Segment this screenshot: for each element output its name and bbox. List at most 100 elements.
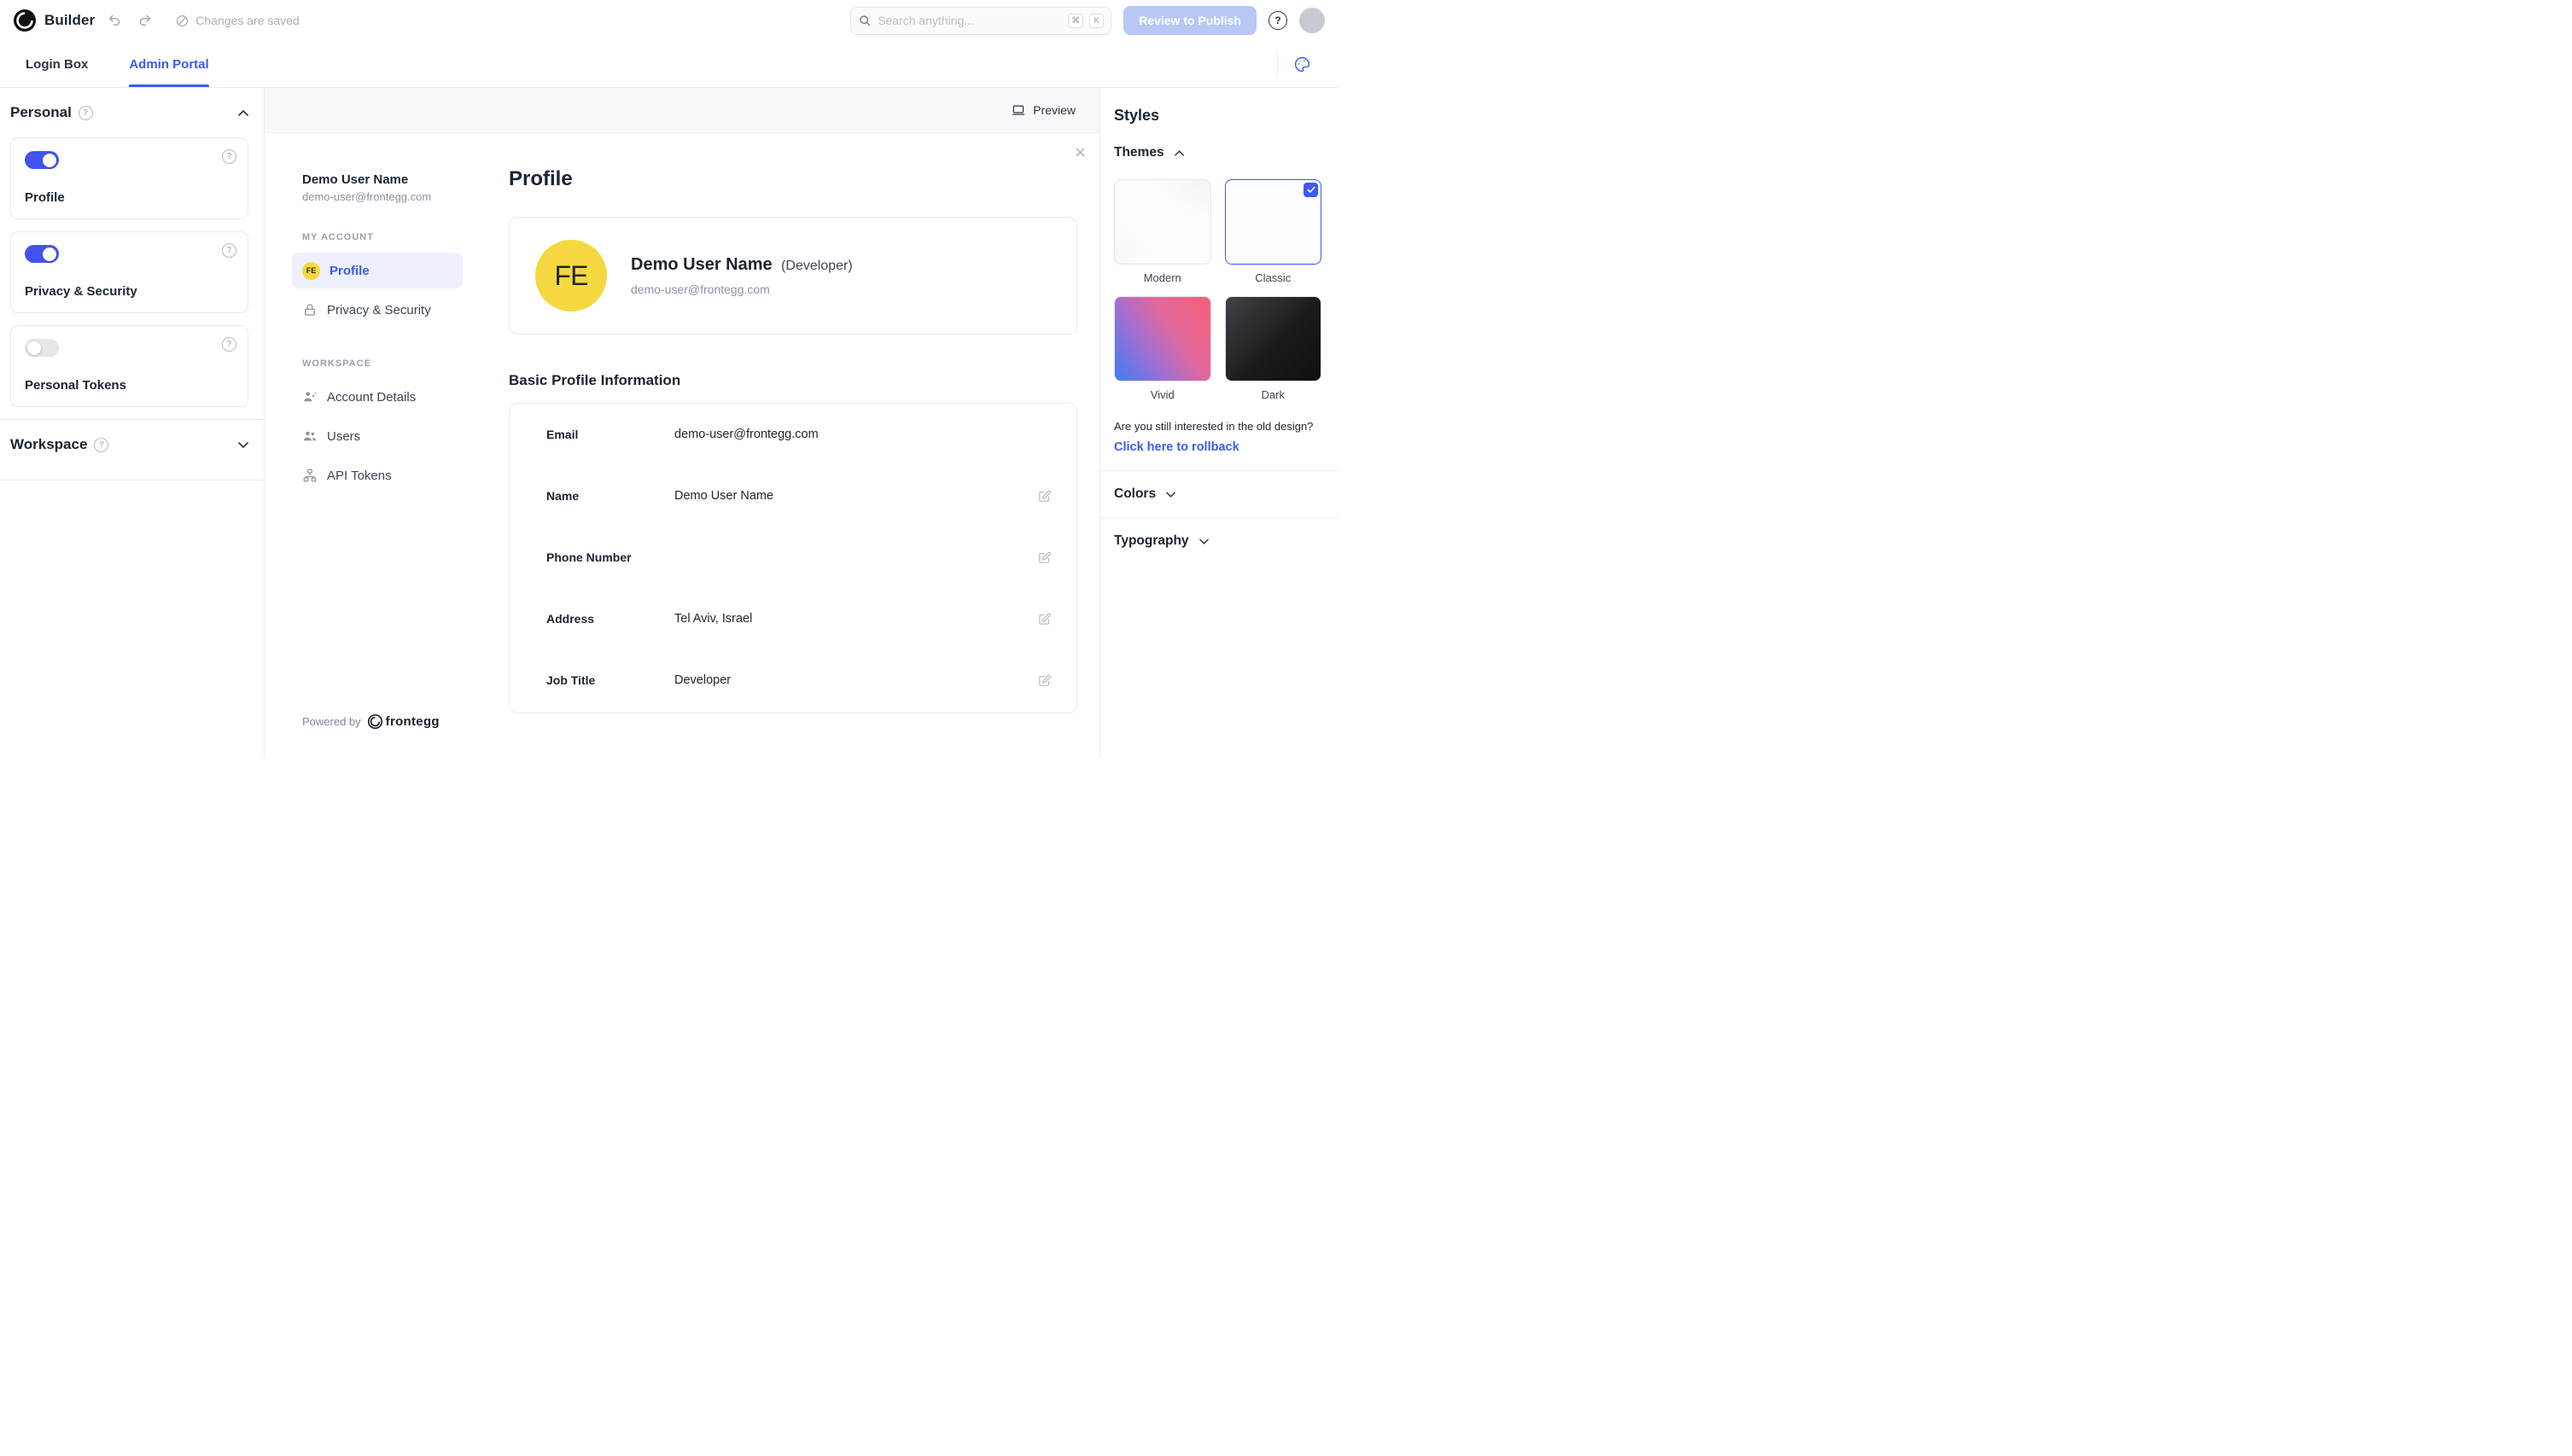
field-label: Phone Number — [546, 550, 632, 564]
global-search[interactable]: ⌘ K — [850, 6, 1112, 35]
search-input[interactable] — [878, 14, 1063, 27]
styles-panel: Styles Themes Modern Classic Vivid Dark … — [1099, 88, 1338, 758]
theme-swatch-classic — [1224, 179, 1321, 265]
nav-item-account-details[interactable]: Account Details — [292, 379, 463, 415]
shortcut-k-key: K — [1089, 13, 1105, 28]
theme-option-classic[interactable]: Classic — [1224, 179, 1321, 284]
my-account-section-title: MY ACCOUNT — [302, 232, 374, 242]
chevron-up-icon — [1174, 149, 1184, 156]
field-row-email: Email demo-user@frontegg.com — [510, 404, 1076, 465]
feature-card-label: Profile — [25, 190, 65, 205]
workspace-help-icon[interactable]: ? — [94, 437, 109, 452]
nav-item-profile[interactable]: FE Profile — [292, 253, 463, 288]
feature-card-label: Personal Tokens — [25, 378, 126, 393]
preview-icon — [1011, 102, 1026, 118]
edit-icon[interactable] — [1035, 671, 1054, 690]
theme-option-vivid[interactable]: Vivid — [1114, 296, 1211, 401]
themes-accordion-header[interactable]: Themes — [1114, 130, 1321, 176]
field-row-name: Name Demo User Name — [510, 465, 1076, 527]
edit-icon[interactable] — [1035, 609, 1054, 629]
summary-user-email: demo-user@frontegg.com — [631, 282, 770, 296]
app-title: Builder — [44, 12, 96, 28]
preview-nav: Demo User Name demo-user@frontegg.com MY… — [265, 133, 473, 758]
field-label: Job Title — [546, 673, 596, 687]
close-icon[interactable]: × — [1075, 143, 1086, 162]
field-row-phone: Phone Number — [510, 527, 1076, 588]
themes-title: Themes — [1114, 145, 1164, 160]
chevron-up-icon — [238, 109, 248, 116]
powered-by: Powered by frontegg — [302, 714, 473, 729]
theme-option-dark[interactable]: Dark — [1224, 296, 1321, 401]
admin-portal-preview: × Demo User Name demo-user@frontegg.com … — [265, 132, 1099, 758]
feature-card-profile: ? Profile — [10, 137, 248, 219]
privacy-security-toggle[interactable] — [25, 245, 59, 263]
shortcut-cmd-key: ⌘ — [1068, 13, 1084, 28]
palette-icon[interactable] — [1292, 54, 1313, 75]
tab-admin-portal[interactable]: Admin Portal — [129, 41, 210, 87]
rollback-link[interactable]: Click here to rollback — [1114, 440, 1239, 454]
preview-toggle[interactable]: Preview — [1011, 102, 1076, 118]
field-row-job-title: Job Title Developer — [510, 649, 1076, 711]
workspace-nav-section-title: WORKSPACE — [302, 358, 371, 369]
styles-panel-title: Styles — [1114, 107, 1160, 124]
tabbar-divider — [1277, 53, 1278, 75]
selected-check-icon — [1303, 183, 1318, 197]
tab-login-box[interactable]: Login Box — [26, 41, 88, 87]
user-avatar[interactable] — [1299, 8, 1325, 33]
frontegg-logo-icon — [14, 9, 36, 32]
theme-grid: Modern Classic Vivid Dark — [1114, 179, 1321, 401]
feature-card-privacy-security: ? Privacy & Security — [10, 231, 248, 313]
profile-toggle[interactable] — [25, 151, 59, 169]
preview-user-email: demo-user@frontegg.com — [302, 190, 432, 203]
personal-tokens-help-icon[interactable]: ? — [222, 337, 236, 352]
chevron-down-icon — [1199, 538, 1209, 545]
colors-accordion-header[interactable]: Colors — [1114, 471, 1321, 517]
rollback-question: Are you still interested in the old desi… — [1114, 420, 1314, 433]
preview-content: Profile FE Demo User Name (Developer) de… — [473, 133, 1099, 758]
preview-label: Preview — [1033, 103, 1076, 117]
undo-button[interactable] — [103, 9, 125, 32]
theme-label: Modern — [1143, 271, 1181, 284]
preview-user-name: Demo User Name — [302, 172, 409, 187]
personal-section-title: Personal — [10, 104, 72, 120]
builder-sidebar: Personal ? ? Profile ? Privacy & Securit… — [0, 88, 265, 758]
chevron-down-icon — [238, 441, 248, 448]
api-tokens-icon — [302, 468, 318, 483]
nav-item-privacy-security[interactable]: Privacy & Security — [292, 292, 463, 328]
theme-option-modern[interactable]: Modern — [1114, 179, 1211, 284]
profile-help-icon[interactable]: ? — [222, 149, 236, 164]
typography-accordion-header[interactable]: Typography — [1114, 518, 1321, 564]
frontegg-brand-icon — [367, 714, 382, 729]
redo-button[interactable] — [134, 9, 156, 32]
theme-swatch-dark — [1224, 296, 1321, 381]
nav-item-users[interactable]: Users — [292, 418, 463, 454]
frontegg-brandmark: frontegg — [367, 714, 440, 729]
field-label: Email — [546, 428, 579, 441]
profile-avatar-badge: FE — [302, 261, 320, 280]
preview-canvas: Preview × Demo User Name demo-user@front… — [265, 88, 1099, 758]
edit-icon[interactable] — [1035, 548, 1054, 568]
field-value: demo-user@frontegg.com — [674, 428, 819, 441]
workspace-section-header[interactable]: Workspace ? — [10, 420, 248, 469]
privacy-security-help-icon[interactable]: ? — [222, 243, 236, 258]
theme-swatch-vivid — [1114, 296, 1211, 381]
personal-help-icon[interactable]: ? — [78, 105, 93, 120]
save-status: Changes are saved — [175, 14, 300, 28]
feature-card-label: Privacy & Security — [25, 284, 137, 299]
account-details-icon — [302, 389, 318, 405]
basic-profile-section-title: Basic Profile Information — [509, 372, 681, 388]
nav-item-api-tokens[interactable]: API Tokens — [292, 457, 463, 493]
personal-section-header[interactable]: Personal ? — [10, 88, 248, 137]
user-avatar-initials: FE — [535, 240, 607, 312]
review-to-publish-button[interactable]: Review to Publish — [1123, 6, 1257, 35]
theme-label: Vivid — [1150, 388, 1175, 401]
typography-title: Typography — [1114, 533, 1189, 548]
personal-tokens-toggle[interactable] — [25, 339, 59, 357]
help-icon[interactable]: ? — [1269, 11, 1287, 30]
lock-icon — [302, 302, 318, 317]
edit-icon[interactable] — [1035, 486, 1054, 506]
feature-card-personal-tokens: ? Personal Tokens — [10, 325, 248, 407]
colors-title: Colors — [1114, 486, 1157, 501]
save-status-text: Changes are saved — [195, 14, 300, 27]
users-icon — [302, 428, 318, 444]
